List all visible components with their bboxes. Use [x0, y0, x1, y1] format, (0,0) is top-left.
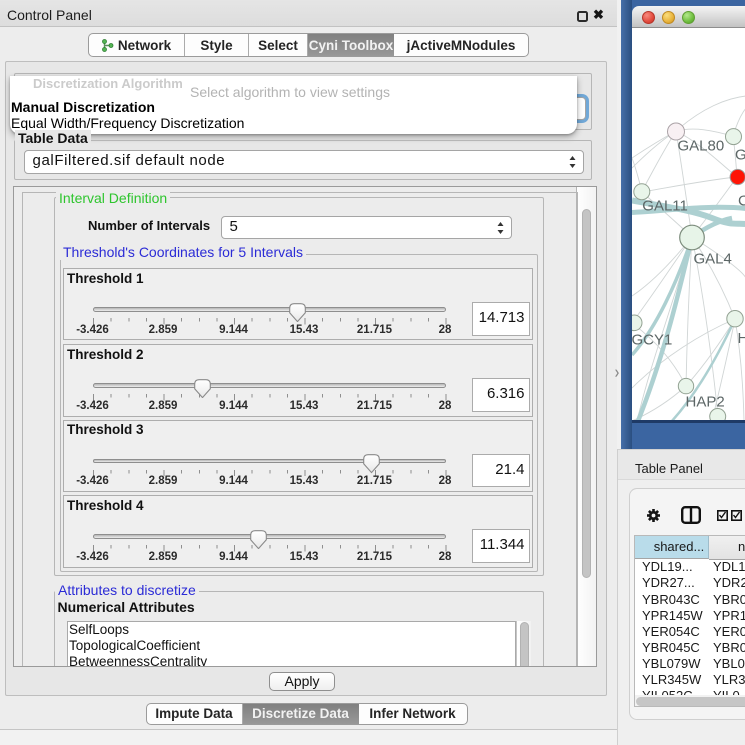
- svg-text:GAL4: GAL4: [693, 250, 731, 267]
- svg-text:HAP2: HAP2: [685, 393, 724, 410]
- svg-text:CY: CY: [738, 192, 745, 209]
- svg-text:GCY1: GCY1: [632, 331, 672, 348]
- svg-text:GAL11: GAL11: [642, 197, 688, 214]
- svg-text:H: H: [737, 330, 745, 347]
- svg-text:GAL80: GAL80: [677, 137, 724, 154]
- svg-text:GA: GA: [735, 146, 745, 163]
